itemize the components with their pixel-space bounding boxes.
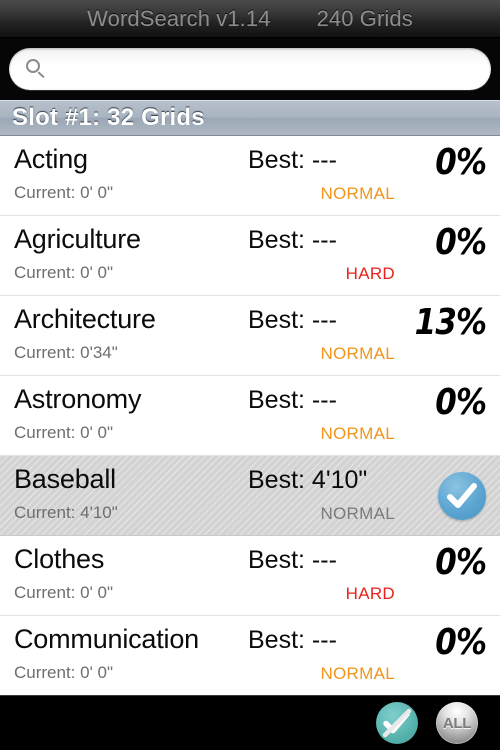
row-title: Agriculture [14,224,141,254]
row-current-time: Current: 0' 0" [14,583,114,602]
row-current-time: Current: 0' 0" [14,183,114,202]
table-row[interactable]: Astronomy Current: 0' 0" Best: --- NORMAL 0% [0,376,500,456]
row-completed-check-icon [438,472,486,520]
table-row[interactable]: Acting Current: 0' 0" Best: --- NORMAL 0% [0,136,500,216]
row-title: Astronomy [14,384,142,414]
row-percent: 0% [435,142,487,183]
row-difficulty-badge: HARD [345,584,395,603]
grid-count-label: 240 Grids [316,5,413,31]
row-title: Acting [14,144,88,174]
grid-list[interactable]: Acting Current: 0' 0" Best: --- NORMAL 0% Agr… [0,136,500,695]
table-row[interactable]: Clothes Current: 0' 0" Best: --- HARD 0% [0,536,500,616]
table-row[interactable]: Architecture Current: 0'34" Best: --- NORMA… [0,296,500,376]
row-best-time: Best: --- [248,146,337,174]
search-box[interactable] [9,48,491,90]
table-row[interactable]: Agriculture Current: 0' 0" Best: --- HARD 0% [0,216,500,296]
row-percent: 0% [435,222,487,263]
row-best-time: Best: --- [248,386,337,414]
row-percent: 0% [435,622,487,663]
row-title: Clothes [14,544,105,574]
table-row[interactable]: Communication Current: 0' 0" Best: --- NORM… [0,616,500,695]
row-best-time: Best: --- [248,546,337,574]
row-current-time: Current: 4'10" [14,503,118,522]
search-icon [26,59,46,79]
row-title: Architecture [14,304,156,334]
row-difficulty-badge: NORMAL [320,344,395,363]
row-percent: 0% [435,542,487,583]
section-header-label: Slot #1: 32 Grids [12,104,205,131]
row-difficulty-badge: NORMAL [320,664,395,683]
row-best-time: Best: --- [248,226,337,254]
row-percent: 0% [435,382,487,423]
title-bar: WordSearch v1.14 240 Grids [0,0,500,38]
table-row[interactable]: Baseball Current: 4'10" Best: 4'10" NORMAL [0,456,500,536]
row-best-time: Best: 4'10" [248,466,368,494]
search-input[interactable] [55,50,435,88]
row-difficulty-badge: NORMAL [320,424,395,443]
show-all-label: ALL [442,714,472,732]
app-root: WordSearch v1.14 240 Grids Slot #1: 32 G… [0,0,500,750]
row-difficulty-badge: NORMAL [320,504,395,523]
row-difficulty-badge: HARD [345,264,395,283]
show-all-button[interactable]: ALL [436,702,478,744]
row-current-time: Current: 0' 0" [14,423,114,442]
check-slash-icon [382,708,412,738]
row-best-time: Best: --- [248,306,337,334]
row-current-time: Current: 0' 0" [14,663,114,682]
row-current-time: Current: 0' 0" [14,263,114,282]
row-title: Communication [14,624,199,654]
section-header: Slot #1: 32 Grids [0,100,500,136]
row-difficulty-badge: NORMAL [320,184,395,203]
search-bar-container [0,38,500,100]
row-title: Baseball [14,464,116,494]
filter-completed-button[interactable] [376,702,418,744]
row-best-time: Best: --- [248,626,337,654]
row-current-time: Current: 0'34" [14,343,118,362]
app-title: WordSearch v1.14 [87,5,271,31]
row-percent: 13% [414,302,486,343]
bottom-toolbar: ALL [0,695,500,750]
